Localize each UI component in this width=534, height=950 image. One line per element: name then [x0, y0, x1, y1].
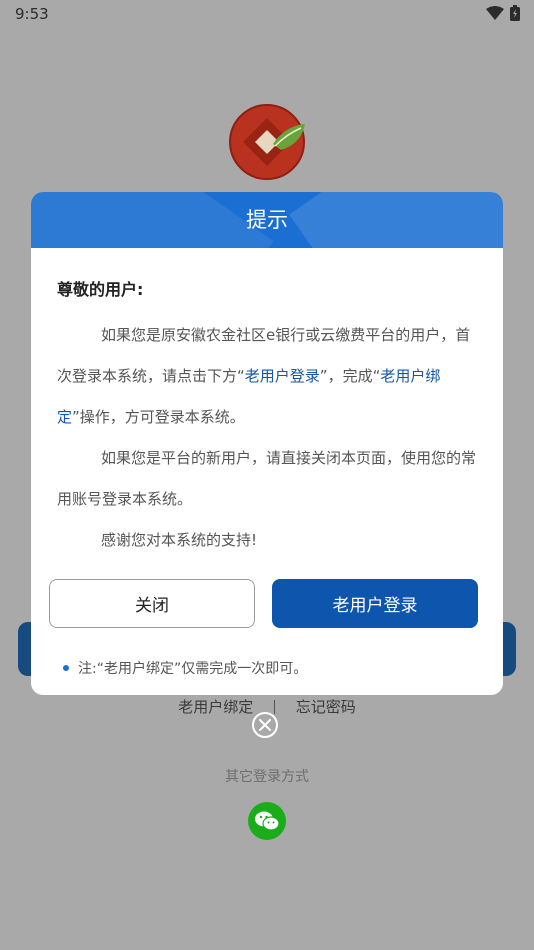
- dialog-greeting: 尊敬的用户:: [57, 280, 144, 299]
- old-user-login-button[interactable]: 老用户登录: [272, 579, 478, 628]
- dialog-paragraph-1: 如果您是原安徽农金社区e银行或云缴费平台的用户，首次登录本系统，请点击下方“老用…: [57, 326, 471, 426]
- dismiss-dialog-button[interactable]: [252, 712, 278, 738]
- bullet-dot: [63, 665, 69, 671]
- dialog-buttons: 关闭 老用户登录: [49, 579, 479, 628]
- wechat-icon: [255, 811, 280, 831]
- status-time: 9:53: [15, 5, 49, 23]
- bank-logo-icon: [229, 104, 305, 180]
- note-text: 注:“老用户绑定”仅需完成一次即可。: [78, 661, 308, 677]
- forgot-password-link[interactable]: 忘记密码: [296, 696, 356, 717]
- dialog-body: 尊敬的用户: 如果您是原安徽农金社区e银行或云缴费平台的用户，首次登录本系统，请…: [31, 276, 503, 561]
- old-user-login-highlight: 老用户登录: [244, 367, 320, 385]
- dialog-paragraph-3: 感谢您对本系统的支持!: [101, 531, 258, 549]
- link-separator: [274, 700, 275, 714]
- close-icon: [259, 719, 271, 731]
- dialog-header: 提示: [31, 192, 503, 248]
- status-icons: [486, 5, 520, 21]
- status-bar: 9:53: [0, 0, 534, 28]
- close-button[interactable]: 关闭: [49, 579, 255, 628]
- wifi-icon: [486, 6, 504, 20]
- battery-icon: [510, 5, 520, 21]
- wechat-login-button[interactable]: [248, 802, 286, 840]
- dialog-note: 注:“老用户绑定”仅需完成一次即可。: [63, 658, 307, 678]
- notice-dialog: 提示 尊敬的用户: 如果您是原安徽农金社区e银行或云缴费平台的用户，首次登录本系…: [31, 192, 503, 695]
- dialog-title: 提示: [246, 208, 288, 232]
- other-login-label: 其它登录方式: [225, 769, 309, 785]
- old-user-bind-link[interactable]: 老用户绑定: [178, 696, 253, 717]
- dialog-paragraph-2: 如果您是平台的新用户，请直接关闭本页面，使用您的常用账号登录本系统。: [57, 449, 477, 508]
